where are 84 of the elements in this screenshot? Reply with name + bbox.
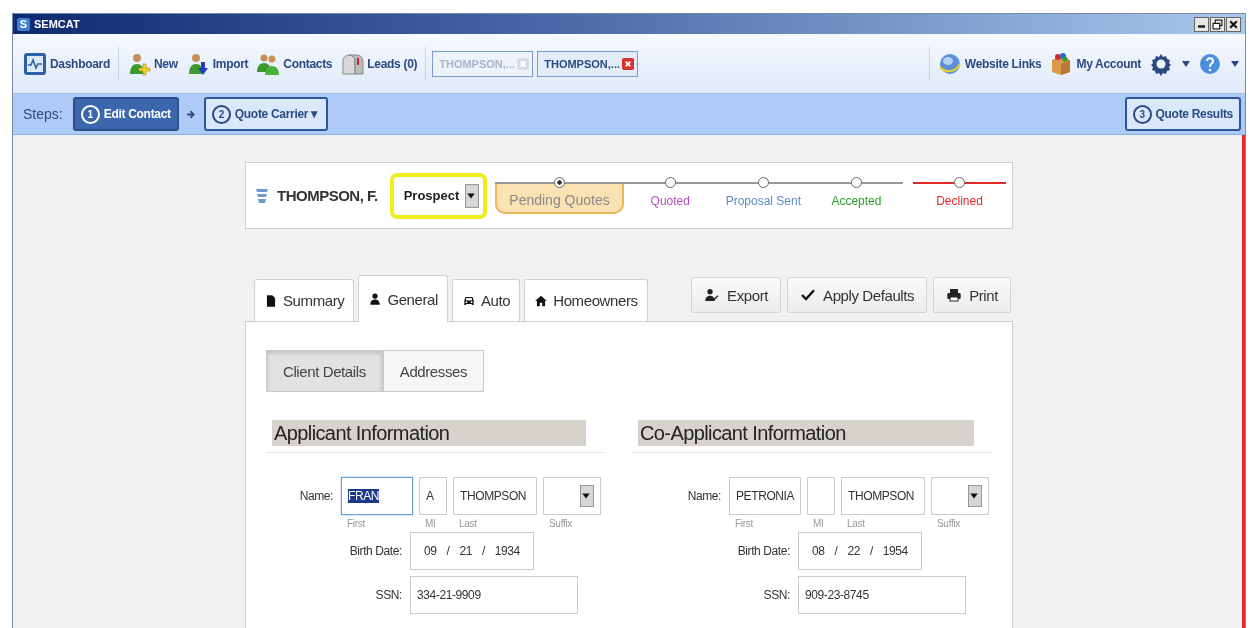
globe-icon: [937, 51, 962, 76]
toolbar-button[interactable]: Contacts: [254, 51, 335, 76]
step-button[interactable]: 2 Quote Carrier▼: [203, 97, 328, 131]
toolbar-button[interactable]: Dashboard: [21, 51, 112, 76]
minimize-button[interactable]: [1194, 16, 1209, 32]
input-field[interactable]: PETRONIA: [729, 477, 801, 515]
help-icon: [1198, 51, 1222, 76]
action-button[interactable]: Apply Defaults: [787, 277, 928, 313]
input-field[interactable]: THOMPSON: [453, 477, 537, 515]
close-icon[interactable]: [622, 57, 635, 70]
date-field[interactable]: 09 / 21 / 1934: [410, 532, 534, 570]
open-record-tab[interactable]: THOMPSON,...: [537, 50, 639, 77]
input-field[interactable]: FRAN: [341, 477, 413, 515]
caret-icon: [1182, 59, 1190, 68]
funnel-icon: [256, 188, 268, 203]
mailbox-icon: [340, 51, 365, 76]
status-dropdown[interactable]: Prospect: [399, 181, 480, 210]
action-button[interactable]: Export: [691, 277, 782, 313]
close-icon: [1228, 18, 1239, 30]
stage-node-icon: [850, 177, 862, 188]
field-caption: First: [346, 518, 366, 529]
input-field[interactable]: 909-23-8745: [798, 576, 966, 614]
steps-label: Steps:: [23, 106, 63, 122]
step-button[interactable]: 3 Quote Results: [1124, 97, 1241, 131]
field-label: Name:: [686, 488, 721, 503]
app-logo: S: [17, 17, 30, 31]
suffix-dropdown[interactable]: [543, 477, 601, 515]
field-caption: Last: [458, 518, 478, 529]
date-field[interactable]: 08 / 22 / 1954: [798, 532, 922, 570]
input-field[interactable]: [807, 477, 835, 515]
tab-label: THOMPSON,...: [544, 57, 620, 70]
field-caption: MI: [812, 518, 825, 529]
person-icon: [368, 291, 383, 307]
input-field[interactable]: A: [419, 477, 447, 515]
field-label: SSN:: [762, 587, 790, 602]
tab[interactable]: Summary: [254, 279, 355, 321]
toolbar-button[interactable]: Website Links: [935, 51, 1044, 76]
tab-label: THOMPSON,...: [439, 57, 515, 70]
field-label: Name:: [298, 488, 333, 503]
field-caption: Last: [846, 518, 866, 529]
restore-icon: [1212, 18, 1223, 30]
tab[interactable]: Auto: [451, 279, 521, 321]
contact-name: THOMPSON, F.: [277, 187, 378, 204]
stage-label[interactable]: Proposal Sent: [725, 194, 802, 208]
stage-label[interactable]: Declined: [936, 194, 983, 208]
stage-node-icon: [757, 177, 769, 188]
dashboard-icon: [23, 51, 47, 76]
field-caption: MI: [424, 518, 437, 529]
arrow-icon: [185, 108, 197, 120]
tab[interactable]: Homeowners: [524, 279, 648, 321]
stage-label[interactable]: Accepted: [831, 194, 882, 208]
tab[interactable]: General: [358, 275, 448, 322]
stage-label[interactable]: Quoted: [650, 194, 690, 208]
restore-button[interactable]: [1210, 16, 1225, 32]
stage-node-icon: [954, 177, 965, 188]
field-caption: Suffix: [936, 518, 962, 529]
field-label: SSN:: [374, 587, 402, 602]
close-button[interactable]: [1226, 16, 1241, 32]
toolbar-button[interactable]: Leads (0): [338, 51, 420, 76]
field-label: Birth Date:: [736, 543, 790, 558]
section-title: Co-Applicant Information: [638, 420, 974, 446]
person-pen-icon: [704, 287, 721, 303]
step-button[interactable]: 1 Edit Contact: [72, 97, 179, 131]
checkmark-icon: [800, 287, 817, 303]
field-caption: First: [734, 518, 754, 529]
window-title: SEMCAT: [34, 18, 80, 30]
caret-icon: [1231, 59, 1239, 68]
document-icon: [264, 292, 278, 309]
field-caption: Suffix: [548, 518, 574, 529]
field-label: Birth Date:: [348, 543, 402, 558]
toolbar-button[interactable]: New: [125, 51, 180, 76]
action-button[interactable]: Print: [933, 277, 1011, 313]
section-title: Applicant Information: [272, 420, 586, 446]
stage-node-icon: [664, 177, 676, 188]
suffix-dropdown[interactable]: [931, 477, 989, 515]
toolbar-button[interactable]: My Account: [1047, 51, 1143, 76]
toolbar-button[interactable]: Import: [183, 51, 251, 76]
input-field[interactable]: 334-21-9909: [410, 576, 578, 614]
segment-tab[interactable]: Client Details: [266, 350, 383, 392]
person-plus-icon: [127, 51, 151, 76]
minimize-icon: [1198, 24, 1205, 28]
segment-tab[interactable]: Addresses: [382, 350, 485, 392]
input-field[interactable]: THOMPSON: [841, 477, 925, 515]
printer-icon: [946, 287, 963, 303]
